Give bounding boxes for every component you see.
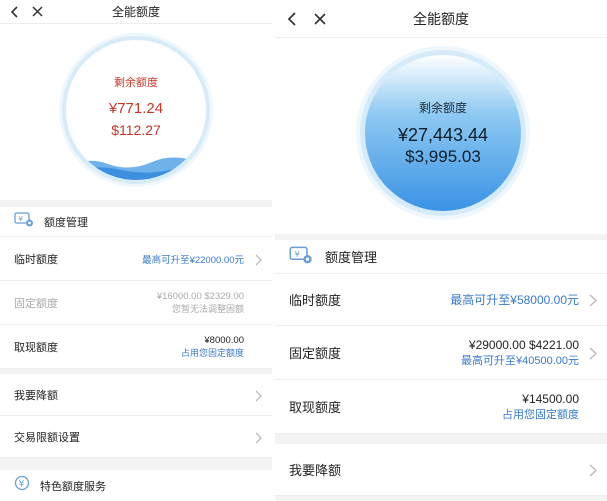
row-value: ¥8000.00 [204,334,244,346]
row-label: 取现额度 [14,341,58,354]
temporary-quota-row[interactable]: 临时额度 最高可升至¥22000.00元 [0,237,272,281]
cash-quota-row: 取现额度 ¥14500.00 占用您固定额度 [275,380,607,434]
right-screen: 全能额度 剩余额度 ¥27,443.44 $3,995.03 ¥ 额度管理 临时… [275,0,607,501]
row-label: 我要降额 [289,463,342,478]
quota-management-section: ¥ 额度管理 临时额度 最高可升至¥22000.00元 固定额度 ¥16000.… [0,207,272,369]
fixed-quota-row[interactable]: 固定额度 ¥29000.00 $4221.00 最高可升至¥40500.00元 [275,326,607,380]
quota-card-icon: ¥ [14,211,34,232]
section-header: ¥ 额度管理 [0,207,272,237]
row-value: 最高可升至¥22000.00元 [142,254,244,266]
row-label: 临时额度 [289,293,342,308]
nav-bar: 全能额度 [0,0,272,24]
row-value: 最高可升至¥58000.00元 [450,293,579,307]
row-value: ¥16000.00 $2329.00 [156,290,244,302]
remaining-quota-usd: $3,995.03 [405,147,481,166]
section-header: ¥ 特色额度服务 [0,470,272,501]
svg-text:¥: ¥ [19,480,25,490]
reduce-quota-row[interactable]: 我要降额 [275,444,607,496]
quota-actions-section: 我要降额 [275,444,607,496]
chevron-right-icon [255,389,262,407]
transaction-limit-row[interactable]: 交易限额设置 [0,416,272,458]
row-label: 临时额度 [14,253,58,266]
remaining-quota-label: 剩余额度 [418,101,467,115]
balance-hero: 剩余额度 ¥27,443.44 $3,995.03 [275,38,607,234]
yuan-coin-icon: ¥ [14,475,30,496]
fixed-quota-row: 固定额度 ¥16000.00 $2329.00 您暂无法调整固额 [0,281,272,325]
section-header: ¥ 额度管理 [275,240,607,274]
close-icon[interactable] [32,6,43,17]
page-title: 全能额度 [413,10,469,27]
remaining-quota-cny: ¥27,443.44 [397,125,489,145]
row-label: 取现额度 [289,400,342,415]
reduce-quota-row[interactable]: 我要降额 [0,374,272,416]
section-title: 额度管理 [44,216,88,229]
quota-actions-section: 我要降额 交易限额设置 [0,374,272,458]
chevron-right-icon [589,346,598,365]
remaining-quota-usd: $112.27 [111,122,161,138]
quota-management-section: ¥ 额度管理 临时额度 最高可升至¥58000.00元 固定额度 ¥29000.… [275,240,607,434]
chevron-right-icon [255,431,262,449]
row-label: 固定额度 [14,297,58,310]
back-icon[interactable] [287,11,298,26]
row-label: 我要降额 [14,389,58,402]
nav-bar: 全能额度 [275,0,607,38]
special-quota-section: ¥ 特色额度服务 [0,470,272,501]
close-icon[interactable] [314,12,326,25]
svg-text:¥: ¥ [294,248,299,258]
remaining-quota-circle: 剩余额度 ¥27,443.44 $3,995.03 [360,50,526,216]
row-subtext: 占用您固定额度 [502,408,579,421]
temporary-quota-row[interactable]: 临时额度 最高可升至¥58000.00元 [275,274,607,326]
section-title: 特色额度服务 [40,480,106,493]
row-label: 交易限额设置 [14,431,80,444]
section-title: 额度管理 [325,250,378,265]
water-wave [66,157,206,180]
back-icon[interactable] [10,5,20,18]
row-value: ¥14500.00 [522,391,579,406]
left-screen: 全能额度 剩余额度 ¥771.24 $112.27 ¥ 额度管理 临时额度 最高… [0,0,272,501]
remaining-quota-cny: ¥771.24 [108,100,164,117]
page-title: 全能额度 [111,5,160,19]
row-subtext: 您暂无法调整固额 [171,303,244,314]
row-value: ¥29000.00 $4221.00 [468,337,579,352]
cash-quota-row: 取现额度 ¥8000.00 占用您固定额度 [0,325,272,369]
svg-text:¥: ¥ [19,215,24,223]
row-subtext: 占用您固定额度 [180,347,244,358]
chevron-right-icon [589,463,598,482]
chevron-right-icon [589,293,598,312]
row-label: 固定额度 [289,346,342,361]
row-subtext: 最高可升至¥40500.00元 [461,354,579,367]
remaining-quota-label: 剩余额度 [114,77,158,89]
chevron-right-icon [255,253,262,271]
quota-card-icon: ¥ [289,245,313,269]
remaining-quota-circle: 剩余额度 ¥771.24 $112.27 [62,36,210,184]
balance-hero: 剩余额度 ¥771.24 $112.27 [0,24,272,200]
